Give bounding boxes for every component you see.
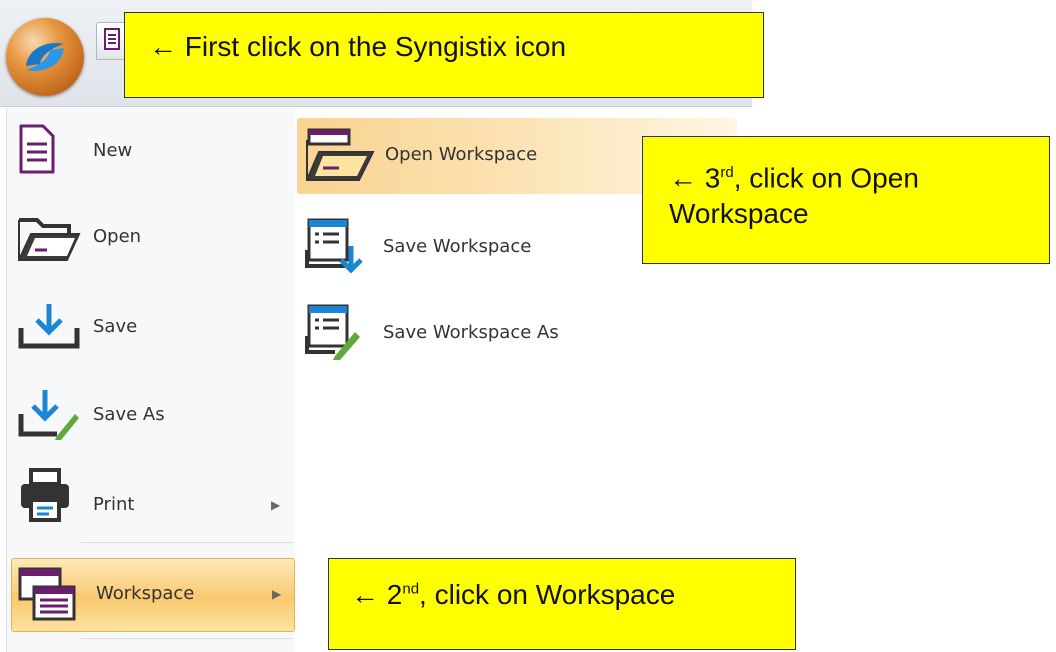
menu-item-open[interactable]: Open <box>7 196 295 282</box>
application-menu: New Open Save Save As Print ▶ Workspace … <box>6 108 296 652</box>
menu-item-save-as[interactable]: Save As <box>7 368 295 454</box>
submenu-item-label: Open Workspace <box>385 144 538 165</box>
callout-arrow: ← <box>351 579 379 610</box>
submenu-arrow-icon: ▶ <box>272 587 282 601</box>
menu-item-label: Open <box>93 226 142 247</box>
save-download-icon <box>18 304 80 349</box>
callout-arrow: ← <box>669 162 697 194</box>
save-workspace-icon <box>305 218 363 274</box>
menu-item-label: Save As <box>93 404 165 425</box>
menu-item-new[interactable]: New <box>7 110 295 196</box>
callout-step-number: 3 <box>704 162 721 194</box>
menu-item-workspace[interactable]: Workspace ▶ <box>11 558 295 632</box>
callout-text: Workspace <box>669 198 809 230</box>
submenu-item-label: Save Workspace <box>383 236 532 257</box>
callout-step-1: ← First click on the Syngistix icon <box>124 12 764 98</box>
callout-text: , click on Open <box>733 162 919 194</box>
callout-ordinal: rd <box>720 164 734 181</box>
callout-text: First click on the Syngistix icon <box>184 31 567 62</box>
callout-arrow: ← <box>149 31 177 62</box>
menu-item-label: New <box>93 140 133 161</box>
syngistix-orb-button[interactable] <box>6 18 84 96</box>
printer-icon <box>21 468 69 522</box>
callout-text: , click on Workspace <box>419 579 676 610</box>
workspace-icon <box>18 567 76 621</box>
open-workspace-icon <box>306 128 375 181</box>
menu-item-save[interactable]: Save <box>7 282 295 368</box>
menu-item-label: Print <box>93 494 135 515</box>
syngistix-logo-icon <box>26 42 64 72</box>
menu-item-label: Workspace <box>96 583 195 604</box>
callout-step-3: ← 3rd, click on Open Workspace <box>642 136 1050 264</box>
save-workspace-as-icon <box>305 304 360 360</box>
menu-item-label: Save <box>93 316 138 337</box>
menu-separator <box>81 638 293 639</box>
submenu-item-save-workspace-as[interactable]: Save Workspace As <box>295 294 752 374</box>
save-as-icon <box>18 390 79 440</box>
callout-step-number: 2 <box>386 579 403 610</box>
submenu-arrow-icon: ▶ <box>271 498 281 512</box>
menu-item-print[interactable]: Print ▶ <box>7 454 295 540</box>
document-icon <box>104 28 120 50</box>
menu-separator <box>81 542 293 543</box>
new-document-icon <box>19 124 55 174</box>
open-folder-icon <box>18 218 81 261</box>
callout-step-2: ← 2nd, click on Workspace <box>328 558 796 650</box>
submenu-item-label: Save Workspace As <box>383 322 559 343</box>
callout-ordinal: nd <box>402 580 420 598</box>
